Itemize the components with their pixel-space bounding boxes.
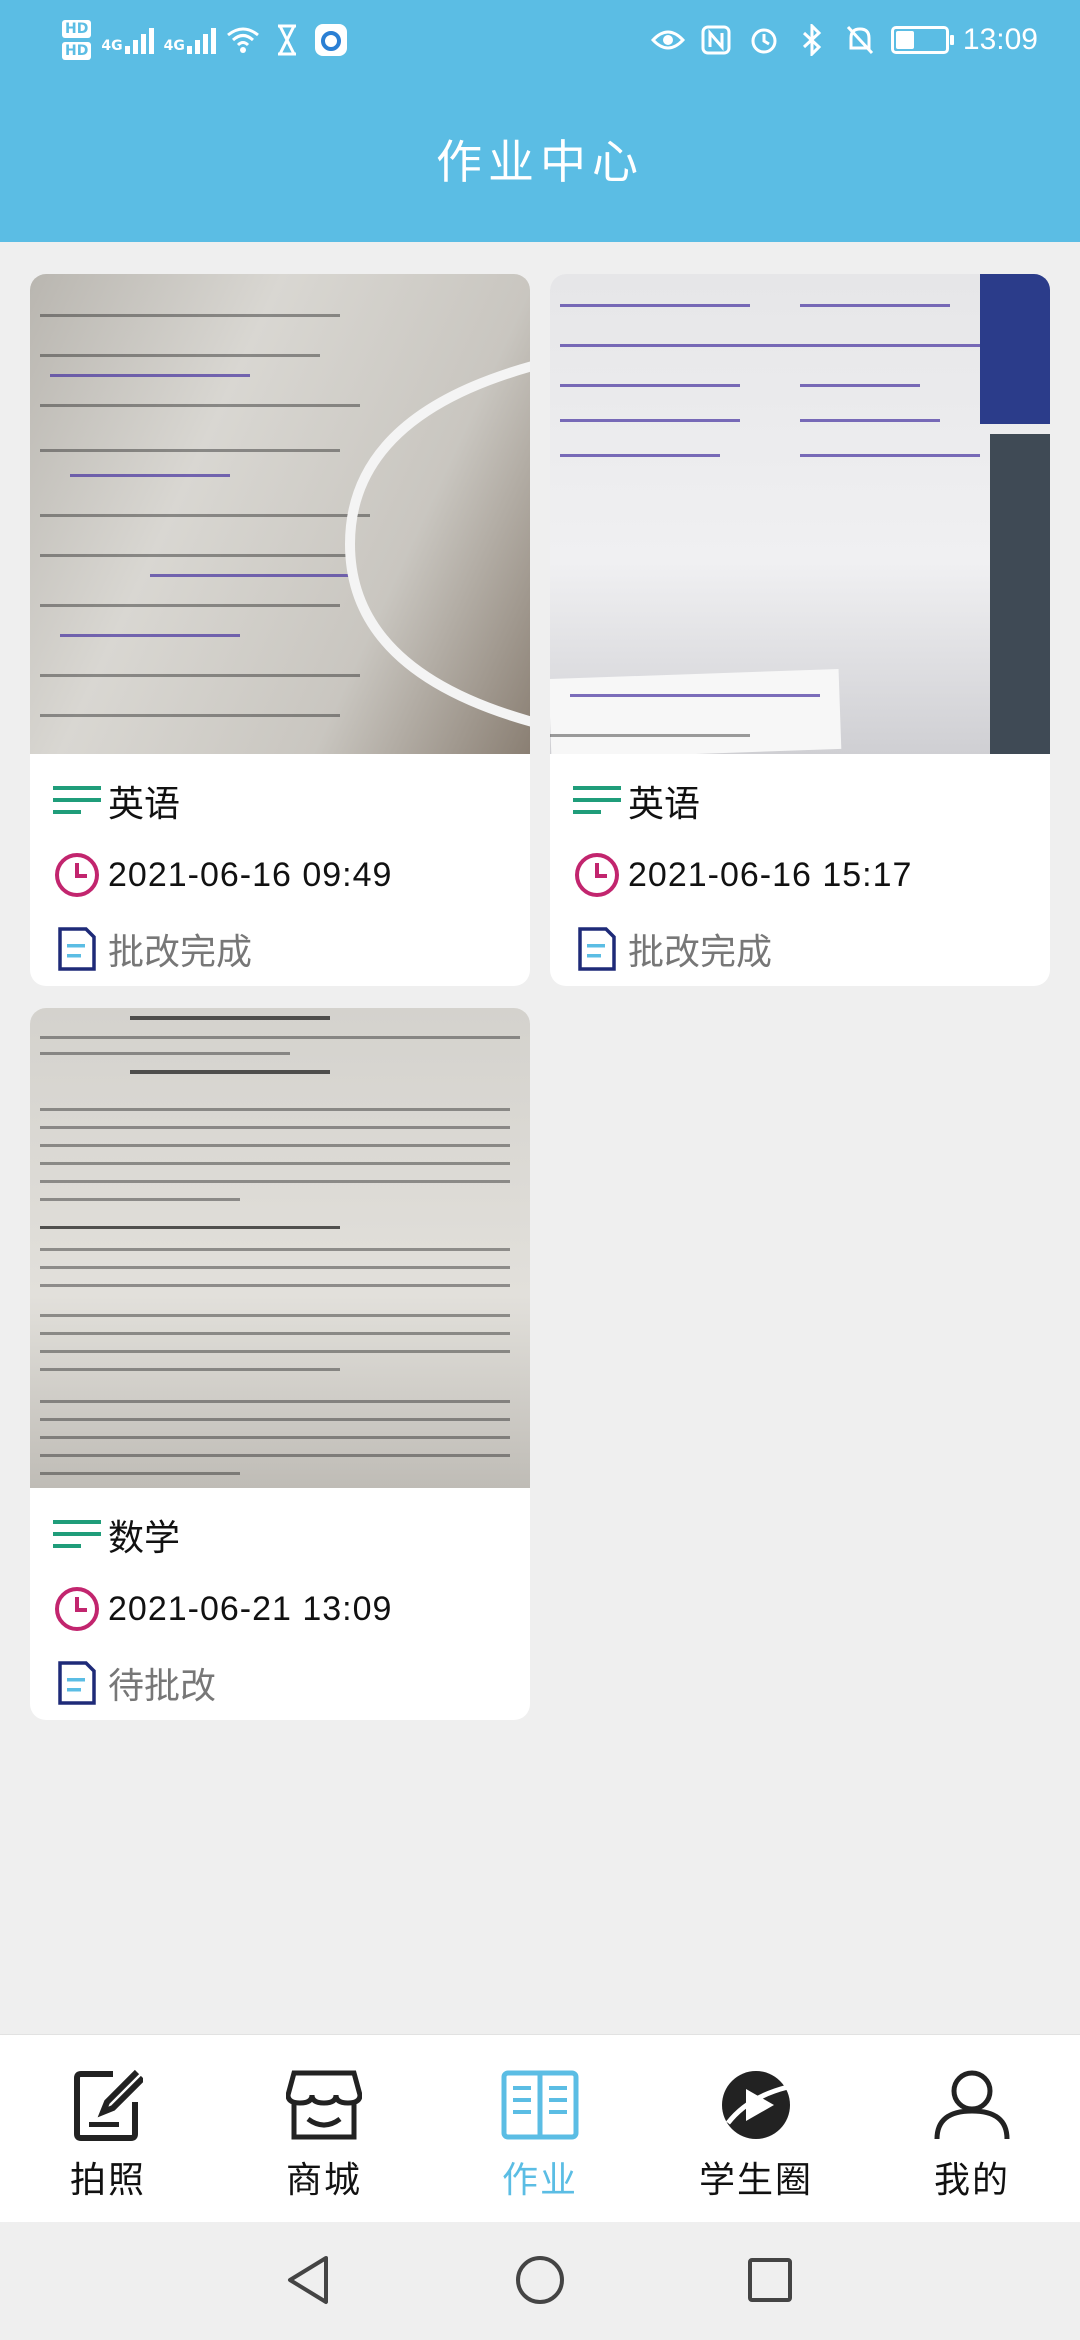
clock-icon	[572, 850, 622, 900]
grading-status: 待批改	[108, 1666, 217, 1707]
page-title: 作业中心	[436, 135, 644, 189]
homework-card[interactable]: 英语 2021-06-16 15:17 批改完成	[550, 274, 1050, 986]
nfc-icon	[699, 23, 733, 57]
signal-icon-2: 4G	[164, 26, 216, 54]
document-icon	[572, 924, 622, 974]
edit-icon	[68, 2065, 148, 2145]
submit-time: 2021-06-21 13:09	[108, 1589, 393, 1628]
app-notification-icon	[314, 23, 348, 57]
tab-label: 学生圈	[698, 2160, 813, 2201]
status-bar: HD HD 4G 4G 13:09	[0, 0, 1080, 80]
homework-photo	[550, 274, 1050, 754]
tab-photo[interactable]: 拍照	[0, 2035, 216, 2223]
clock-icon	[52, 850, 102, 900]
app-header: HD HD 4G 4G 13:09 作业中心	[0, 0, 1080, 242]
subject-label: 英语	[628, 784, 701, 825]
grading-status: 批改完成	[628, 932, 773, 973]
tab-label: 作业	[501, 2160, 578, 2201]
signal-icon: 4G	[101, 26, 154, 54]
tab-store[interactable]: 商城	[216, 2035, 432, 2223]
eye-icon	[650, 23, 685, 57]
clock-icon	[52, 1584, 102, 1634]
homework-card[interactable]: 数学 2021-06-21 13:09 待批改	[30, 1008, 530, 1720]
document-icon	[52, 924, 102, 974]
homework-photo	[30, 274, 530, 754]
tab-student-circle[interactable]: 学生圈	[648, 2035, 864, 2223]
grading-status: 批改完成	[108, 932, 253, 973]
store-icon	[284, 2065, 364, 2145]
back-icon[interactable]	[280, 2252, 336, 2308]
bottom-tab-bar: 拍照 商城 作业 学生圈 我的	[0, 2034, 1080, 2222]
mute-icon	[843, 23, 877, 57]
hd-indicator: HD HD	[62, 18, 92, 62]
homework-card[interactable]: 英语 2021-06-16 09:49 批改完成	[30, 274, 530, 986]
submit-time: 2021-06-16 15:17	[628, 855, 913, 894]
hourglass-icon	[270, 23, 304, 57]
recents-icon[interactable]	[742, 2252, 798, 2308]
list-icon	[52, 776, 102, 826]
homework-photo	[30, 1008, 530, 1488]
wifi-icon	[226, 23, 260, 57]
battery-icon	[890, 26, 954, 54]
tab-label: 我的	[933, 2160, 1010, 2201]
bluetooth-icon	[795, 23, 829, 57]
play-circle-icon	[716, 2065, 796, 2145]
system-nav-bar	[0, 2222, 1080, 2340]
subject-label: 英语	[108, 784, 181, 825]
document-icon	[52, 1658, 102, 1708]
submit-time: 2021-06-16 09:49	[108, 855, 393, 894]
tab-mine[interactable]: 我的	[864, 2035, 1080, 2223]
home-icon[interactable]	[512, 2252, 568, 2308]
tab-label: 商城	[285, 2160, 362, 2201]
list-icon	[572, 776, 622, 826]
book-icon	[500, 2065, 580, 2145]
tab-homework[interactable]: 作业	[432, 2035, 648, 2223]
list-icon	[52, 1510, 102, 1560]
alarm-icon	[747, 23, 781, 57]
subject-label: 数学	[108, 1518, 181, 1559]
user-icon	[932, 2065, 1012, 2145]
status-time: 13:09	[962, 23, 1038, 56]
tab-label: 拍照	[69, 2160, 146, 2201]
